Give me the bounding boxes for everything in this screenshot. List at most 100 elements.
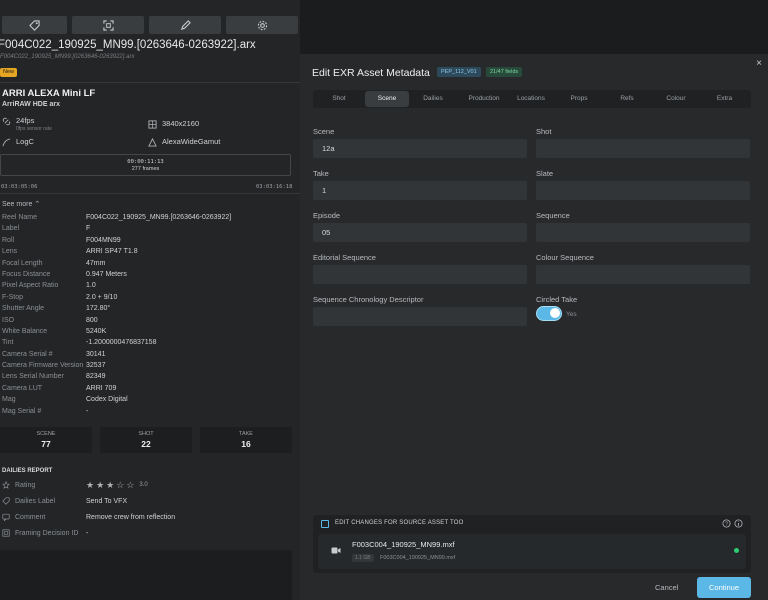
tab-locations[interactable]: Locations: [508, 91, 554, 107]
metadata-value: 82349: [86, 373, 106, 381]
settings-button[interactable]: [226, 16, 298, 34]
video-camera-icon: [331, 547, 341, 554]
count-label: SCENE: [36, 431, 56, 437]
metadata-value: F004C022_190925_MN99.[0263646-0263922]: [86, 214, 232, 221]
timecode-frames: 277 frames: [131, 166, 160, 172]
info-icon[interactable]: [734, 519, 743, 528]
metadata-value: 32537: [86, 362, 106, 370]
cancel-button[interactable]: Cancel: [655, 583, 678, 592]
asset-detail-panel: F004C022_190925_MN99.[0263646-0263922].a…: [0, 0, 300, 600]
tab-shot[interactable]: Shot: [317, 91, 361, 107]
tag-icon: [29, 19, 40, 31]
divider: [0, 82, 300, 83]
star-empty-icon[interactable]: ☆: [116, 480, 124, 490]
slate-input[interactable]: [536, 181, 750, 200]
tag-icon: [2, 497, 10, 505]
take-label: Take: [313, 169, 329, 178]
sequence-input[interactable]: [536, 223, 750, 242]
metadata-row: Lens Serial Number 82349: [2, 371, 292, 382]
help-icon[interactable]: ?: [722, 519, 731, 528]
tab-props[interactable]: Props: [558, 91, 600, 107]
take-input[interactable]: 1: [313, 181, 527, 200]
count-label: SHOT: [138, 431, 154, 437]
frame-icon: [2, 529, 10, 537]
comment-value: Remove crew from reflection: [86, 513, 176, 521]
tab-production[interactable]: Production: [460, 91, 508, 107]
asset-title: F004C022_190925_MN99.[0263646-0263922].a…: [0, 39, 256, 51]
metadata-row: Shutter Angle 172.80°: [2, 303, 292, 314]
chronology-input[interactable]: [313, 307, 527, 326]
tag-button[interactable]: [2, 16, 67, 34]
see-more-label: See more: [2, 201, 33, 208]
metadata-value: F: [86, 225, 91, 233]
shot-input[interactable]: [536, 139, 750, 158]
sequence-label: Sequence: [536, 211, 570, 220]
scene-shot-take-counts: SCENE 77 SHOT 22 TAKE 16: [0, 427, 292, 453]
camera-format: ArriRAW HDE arx: [2, 101, 60, 108]
count-value: 77: [41, 439, 51, 449]
tab-dailies[interactable]: Dailies: [411, 91, 455, 107]
tab-colour[interactable]: Colour: [653, 91, 699, 107]
metadata-key: Focal Length: [2, 259, 43, 267]
circled-take-toggle[interactable]: [536, 306, 562, 321]
star-empty-icon[interactable]: ☆: [126, 480, 134, 490]
metadata-key: Roll: [2, 236, 15, 244]
scene-input[interactable]: 12a: [313, 139, 527, 158]
continue-button[interactable]: Continue: [697, 577, 751, 598]
metadata-row: Camera LUT ARRI 709: [2, 383, 292, 394]
tab-refs[interactable]: Refs: [604, 91, 650, 107]
dailies-label-value: Send To VFX: [86, 497, 128, 505]
framing-label: Framing Decision ID: [15, 529, 79, 537]
metadata-key: Reel Name: [2, 214, 38, 221]
scene-label: Scene: [313, 127, 335, 136]
episode-input[interactable]: 05: [313, 223, 527, 242]
star-filled-icon[interactable]: ★: [86, 480, 94, 490]
scan-button[interactable]: [72, 16, 144, 34]
log-spec: LogC: [2, 137, 34, 147]
star-filled-icon[interactable]: ★: [106, 480, 114, 490]
metadata-value: 800: [86, 316, 98, 324]
metadata-row: Focus Distance 0.947 Meters: [2, 269, 292, 280]
timecode-end: 03:03:16:18: [256, 184, 293, 190]
timecode-box: 00:00:11:13 277 frames: [0, 154, 291, 176]
triangle-icon: [148, 138, 157, 147]
shot-label: Shot: [536, 127, 552, 136]
editorial-sequence-input[interactable]: [313, 265, 527, 284]
metadata-value: 0.947 Meters: [86, 270, 127, 278]
count-take: TAKE 16: [200, 427, 292, 453]
source-asset-item[interactable]: F003C004_190925_MN99.mxf 1.1 GB F003C004…: [318, 534, 746, 569]
camera-name: ARRI ALEXA Mini LF: [2, 88, 96, 99]
see-more-link[interactable]: See more ⌃: [2, 200, 40, 208]
metadata-value: 5240K: [86, 327, 107, 335]
metadata-row: Reel Name F004C022_190925_MN99.[0263646-0…: [2, 212, 292, 223]
episode-label: Episode: [313, 211, 341, 220]
editorial-sequence-label: Editorial Sequence: [313, 253, 376, 262]
metadata-key: Tint: [2, 339, 14, 347]
dailies-title: DAILIES REPORT: [2, 468, 53, 474]
fps-spec: 24fps 0fps sensor rate: [2, 116, 52, 132]
metadata-key: Lens Serial Number: [2, 373, 64, 381]
status-badge: New: [0, 68, 18, 77]
dailies-label-label: Dailies Label: [15, 497, 56, 505]
comment-label: Comment: [15, 513, 46, 521]
star-filled-icon[interactable]: ★: [96, 480, 104, 490]
tab-bar: Shot Scene Dailies Production Locations Props…: [313, 90, 751, 108]
edit-button[interactable]: [149, 16, 221, 34]
source-edit-checkbox[interactable]: [321, 520, 329, 528]
count-label: TAKE: [239, 431, 253, 437]
version-pill: PEP_112_V01: [437, 67, 481, 77]
close-icon[interactable]: ×: [754, 59, 764, 69]
tab-scene[interactable]: Scene: [365, 91, 409, 107]
count-value: 22: [141, 439, 151, 449]
log-value: LogC: [16, 137, 34, 146]
metadata-key: F-Stop: [2, 293, 24, 301]
rating-stars[interactable]: ★ ★ ★ ☆ ☆ 3.0: [86, 480, 148, 490]
metadata-value: 30141: [86, 350, 106, 358]
metadata-value: 172.80°: [86, 305, 111, 313]
modal-title: Edit EXR Asset Metadata: [312, 67, 430, 79]
metadata-value: ARRI SP47 T1.8: [86, 248, 138, 256]
colour-sequence-input[interactable]: [536, 265, 750, 284]
chronology-label: Sequence Chronology Descriptor: [313, 295, 424, 304]
metadata-key: Camera LUT: [2, 384, 43, 392]
tab-extra[interactable]: Extra: [702, 91, 747, 107]
